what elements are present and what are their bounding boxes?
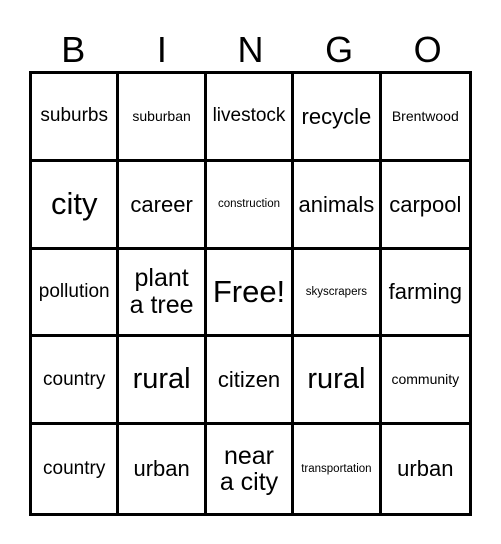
bingo-cell-label: transportation bbox=[301, 463, 372, 475]
bingo-header-letter-b: B bbox=[61, 29, 86, 70]
bingo-cell-label: suburban bbox=[132, 107, 191, 124]
bingo-header: BINGO bbox=[29, 18, 472, 70]
bingo-cell[interactable]: pollution bbox=[32, 249, 120, 338]
bingo-cell-label: city bbox=[50, 185, 98, 221]
bingo-cell[interactable]: skyscrapers bbox=[294, 249, 382, 338]
bingo-header-letter-o: O bbox=[413, 29, 442, 70]
bingo-cell[interactable]: carpool bbox=[381, 161, 469, 250]
bingo-cell-label: community bbox=[391, 371, 460, 388]
bingo-cell-label: recycle bbox=[301, 103, 372, 129]
bingo-cell[interactable]: career bbox=[119, 161, 207, 250]
bingo-header-letter-n: N bbox=[237, 29, 264, 70]
bingo-cell[interactable]: animals bbox=[294, 161, 382, 250]
bingo-cell[interactable]: farming bbox=[381, 249, 469, 338]
bingo-cell[interactable]: livestock bbox=[206, 74, 295, 162]
bingo-header-letter-i: I bbox=[156, 29, 167, 70]
bingo-cell[interactable]: suburban bbox=[119, 74, 207, 162]
bingo-cell-label: country bbox=[43, 368, 106, 390]
bingo-cell-label: suburbs bbox=[40, 105, 108, 127]
bingo-cell[interactable]: rural bbox=[294, 337, 382, 426]
bingo-cell[interactable]: recycle bbox=[294, 74, 382, 162]
bingo-cell-label: pollution bbox=[38, 280, 110, 302]
bingo-cell[interactable]: near a city bbox=[206, 425, 295, 513]
bingo-cell-label: Free! bbox=[212, 273, 286, 309]
bingo-cell-label: livestock bbox=[212, 105, 286, 127]
bingo-free-cell[interactable]: Free! bbox=[206, 249, 295, 338]
bingo-cell-label: citizen bbox=[217, 367, 281, 393]
bingo-cell-label: plant a tree bbox=[129, 264, 194, 319]
bingo-cell-label: urban bbox=[133, 456, 190, 482]
bingo-cell[interactable]: suburbs bbox=[32, 74, 120, 162]
bingo-cell-label: animals bbox=[298, 191, 375, 217]
bingo-header-letter-g: G bbox=[325, 29, 354, 70]
bingo-cell[interactable]: urban bbox=[381, 425, 469, 513]
bingo-cell-label: near a city bbox=[219, 441, 279, 497]
bingo-cell-label: Brentwood bbox=[391, 107, 459, 124]
bingo-cell-label: farming bbox=[388, 279, 462, 305]
bingo-cell[interactable]: community bbox=[381, 337, 469, 426]
bingo-cell[interactable]: country bbox=[32, 425, 120, 513]
bingo-cell[interactable]: plant a tree bbox=[119, 249, 207, 338]
bingo-cell-label: carpool bbox=[389, 191, 462, 217]
bingo-card: B I N G O suburbs suburban livestock recycle Bre… bbox=[0, 0, 501, 544]
bingo-cell[interactable]: country bbox=[32, 337, 120, 426]
bingo-cell-label: rural bbox=[307, 363, 366, 396]
bingo-cell-label: skyscrapers bbox=[305, 285, 368, 298]
bingo-cell[interactable]: citizen bbox=[206, 337, 295, 426]
bingo-cell-label: country bbox=[43, 458, 106, 480]
bingo-cell[interactable]: construction bbox=[206, 161, 295, 250]
bingo-cell-label: construction bbox=[217, 198, 280, 211]
bingo-cell-label: urban bbox=[397, 456, 454, 482]
bingo-cell[interactable]: Brentwood bbox=[381, 74, 469, 162]
bingo-cell[interactable]: city bbox=[32, 161, 120, 250]
bingo-cell[interactable]: urban bbox=[119, 425, 207, 513]
bingo-cell[interactable]: rural bbox=[119, 337, 207, 426]
bingo-grid: suburbs suburban livestock recycle Brentwood… bbox=[29, 71, 472, 516]
bingo-cell-label: career bbox=[130, 191, 193, 217]
bingo-cell-label: rural bbox=[132, 363, 191, 396]
bingo-cell[interactable]: transportation bbox=[294, 425, 382, 513]
